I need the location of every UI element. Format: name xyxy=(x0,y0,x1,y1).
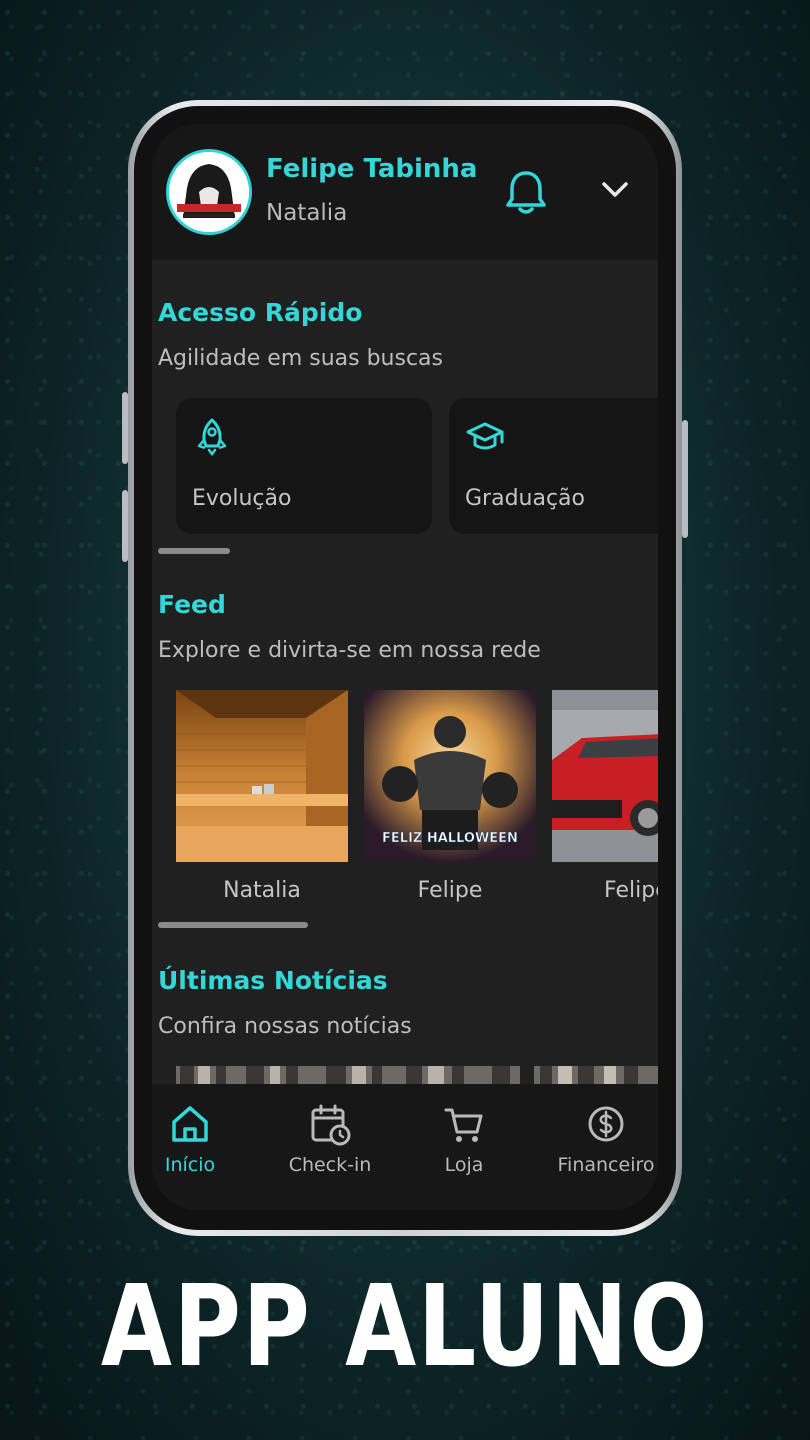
feed-scroll-indicator[interactable] xyxy=(158,922,308,928)
halloween-fighter-image: FELIZ HALLOWEEN xyxy=(364,690,536,862)
feed-author-label: Natalia xyxy=(223,878,301,903)
promo-caption: APP ALUNO xyxy=(100,1262,710,1392)
user-name: Felipe Tabinha xyxy=(266,154,478,184)
sauna-image xyxy=(176,690,348,862)
chevron-down-icon[interactable] xyxy=(600,178,630,202)
feed-title: Feed xyxy=(158,590,226,619)
avatar-logo-icon xyxy=(169,152,249,232)
feed-subtitle: Explore e divirta-se em nossa rede xyxy=(158,638,541,663)
quick-access-card-evolucao[interactable]: Evolução xyxy=(176,398,432,534)
nav-item-financeiro[interactable]: Financeiro xyxy=(546,1102,658,1176)
user-subtitle: Natalia xyxy=(266,200,348,226)
quick-access-subtitle: Agilidade em suas buscas xyxy=(158,346,444,371)
nav-label: Financeiro xyxy=(557,1154,655,1176)
quick-access-label: Evolução xyxy=(192,486,292,511)
feed-image-halloween[interactable]: FELIZ HALLOWEEN xyxy=(364,690,536,862)
dollar-icon xyxy=(588,1106,624,1142)
nav-label: Loja xyxy=(444,1154,484,1176)
halloween-image-text: FELIZ HALLOWEEN xyxy=(382,831,518,846)
quick-access-card-graduacao[interactable]: Graduação xyxy=(449,398,658,534)
nav-label: Início xyxy=(164,1154,216,1176)
quick-access-scroll-indicator[interactable] xyxy=(158,548,230,554)
feed-author-label: Felipe xyxy=(604,878,658,903)
bell-icon[interactable] xyxy=(504,168,548,216)
phone-power-button xyxy=(682,420,688,538)
nav-item-inicio[interactable]: Início xyxy=(152,1102,250,1176)
feed-image-sauna[interactable] xyxy=(176,690,348,862)
app-screen: Felipe Tabinha Natalia Acesso Rápido Agi… xyxy=(152,124,658,1210)
bottom-navigation: Início Check-in Loja Financeiro xyxy=(152,1084,658,1210)
feed-author-label: Felipe xyxy=(417,878,483,903)
phone-bezel: Felipe Tabinha Natalia Acesso Rápido Agi… xyxy=(134,106,676,1230)
feed-image-car[interactable] xyxy=(552,690,658,862)
nav-item-check-in[interactable]: Check-in xyxy=(270,1102,390,1176)
news-subtitle: Confira nossas notícias xyxy=(158,1014,412,1039)
avatar[interactable] xyxy=(166,149,252,235)
app-header: Felipe Tabinha Natalia xyxy=(152,124,658,260)
nav-item-loja[interactable]: Loja xyxy=(404,1102,524,1176)
quick-access-label: Graduação xyxy=(465,486,586,511)
rocket-icon xyxy=(197,418,227,456)
news-title: Últimas Notícias xyxy=(158,966,388,995)
red-car-image xyxy=(552,690,658,862)
main-content[interactable]: Acesso Rápido Agilidade em suas buscas E… xyxy=(152,260,658,1095)
graduation-cap-icon xyxy=(466,422,504,450)
home-icon xyxy=(172,1106,208,1142)
phone-frame: Felipe Tabinha Natalia Acesso Rápido Agi… xyxy=(128,100,682,1236)
quick-access-title: Acesso Rápido xyxy=(158,298,363,327)
cart-icon xyxy=(444,1108,483,1142)
calendar-clock-icon xyxy=(311,1104,351,1146)
nav-label: Check-in xyxy=(288,1154,372,1176)
